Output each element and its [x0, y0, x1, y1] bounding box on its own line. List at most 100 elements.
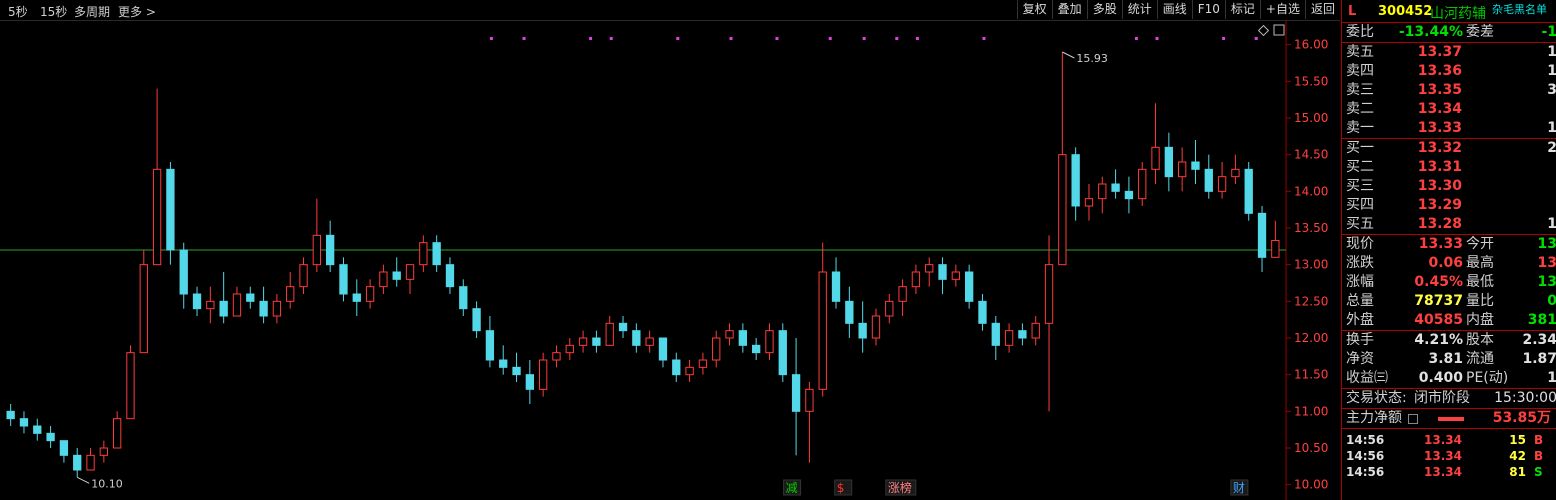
- candle-body: [858, 322, 867, 339]
- candle-body: [791, 374, 801, 412]
- tick-volume: 15: [1509, 433, 1526, 447]
- bid-book: 买一 13.32 2 买二 13.31 买三 13.30 买四 13.29 买五 13.28 1: [1342, 139, 1556, 235]
- candle-body: [6, 410, 15, 420]
- stock-name[interactable]: 山河药辅: [1430, 3, 1486, 23]
- y-tick-label: 14.50: [1294, 148, 1328, 162]
- asks-row[interactable]: 卖一 13.33 1: [1342, 119, 1556, 138]
- period-5s[interactable]: 5秒: [8, 3, 28, 20]
- y-tick-label: 11.50: [1294, 368, 1328, 382]
- tool-overlay-button[interactable]: 叠加: [1051, 0, 1087, 19]
- quote-label-2: 量比: [1466, 293, 1494, 309]
- bids-row[interactable]: 买四 13.29: [1342, 196, 1556, 215]
- fundamental-value-2: 2.34: [1522, 332, 1556, 348]
- bids-row[interactable]: 买五 13.28 1: [1342, 215, 1556, 234]
- tick-volume: 42: [1509, 449, 1526, 463]
- candle-body: [179, 249, 188, 295]
- asks-volume: 3: [1547, 81, 1556, 100]
- fundamental-value: 0.400: [1418, 370, 1463, 386]
- low-price-label: 10.10: [91, 477, 123, 490]
- candle-body: [645, 337, 654, 346]
- event-marker-label[interactable]: 财: [1233, 481, 1245, 495]
- signal-dot: [1134, 37, 1138, 40]
- fundamental-row: 换手 4.21% 股本 2.34: [1342, 331, 1556, 350]
- candle-body: [352, 293, 361, 302]
- period-more[interactable]: 更多 >: [118, 3, 156, 20]
- weicha-label: 委差: [1466, 24, 1494, 40]
- candle-body: [512, 366, 521, 376]
- y-tick-label: 10.00: [1294, 478, 1328, 492]
- candle-body: [206, 300, 215, 310]
- candle-body: [605, 322, 614, 346]
- candle-body: [552, 352, 561, 361]
- bids-level-label: 买二: [1346, 159, 1374, 175]
- tick-side: B: [1534, 449, 1544, 463]
- high-price-label: 15.93: [1076, 52, 1108, 65]
- bids-row[interactable]: 买一 13.32 2: [1342, 139, 1556, 158]
- asks-price: 13.36: [1417, 63, 1462, 79]
- asks-row[interactable]: 卖五 13.37 1: [1342, 43, 1556, 62]
- tool-draw-button[interactable]: 画线: [1156, 0, 1192, 19]
- fundamental-label-2: PE(动): [1466, 370, 1509, 386]
- bids-level-label: 买三: [1346, 178, 1374, 194]
- signal-dot: [915, 37, 919, 40]
- asks-row[interactable]: 卖四 13.36 1: [1342, 62, 1556, 81]
- tool-multistock-button[interactable]: 多股: [1086, 0, 1122, 19]
- asks-volume: 1: [1547, 43, 1556, 62]
- signal-dot: [895, 37, 899, 40]
- signal-dot: [828, 37, 832, 40]
- candle-body: [1018, 330, 1027, 339]
- candle-body: [951, 271, 961, 280]
- quote-stats: 现价 13.33 今开 13 涨跌 0.06 最高 13 涨幅 0.45% 最低 13 总量 78737 量…: [1342, 235, 1556, 331]
- quote-value: 0.06: [1428, 255, 1463, 271]
- fundamentals: 换手 4.21%股本 2.34 净资 3.81流通 1.87 收益㈢ 0.400PE(动) 1: [1342, 331, 1556, 389]
- stock-code[interactable]: 300452: [1378, 4, 1432, 19]
- y-tick-label: 12.50: [1294, 294, 1328, 308]
- quote-row: 现价 13.33 今开 13: [1342, 235, 1556, 254]
- tick-row: 14:56 13.34 15 B: [1342, 432, 1556, 448]
- candle-body: [672, 359, 681, 376]
- candle-body: [538, 359, 548, 390]
- event-marker-label[interactable]: $: [837, 481, 845, 495]
- signal-dot: [982, 37, 986, 40]
- signal-dot: [1254, 37, 1258, 40]
- bids-row[interactable]: 买三 13.30: [1342, 177, 1556, 196]
- asks-price: 13.34: [1417, 101, 1462, 117]
- candle-body: [139, 264, 148, 354]
- tool-f10-button[interactable]: F10: [1191, 0, 1225, 19]
- candle-body: [845, 300, 854, 324]
- bids-row[interactable]: 买二 13.31: [1342, 158, 1556, 177]
- tick-side: S: [1534, 465, 1543, 479]
- event-marker-label[interactable]: 涨榜: [888, 480, 912, 495]
- signal-dot: [676, 37, 680, 40]
- tick-price: 13.34: [1424, 465, 1462, 479]
- period-multi[interactable]: 多周期: [74, 3, 110, 20]
- tool-back-button[interactable]: 返回: [1304, 0, 1340, 19]
- weibi-row: 委比 -13.44% 委差 -1: [1342, 23, 1556, 43]
- diamond-icon[interactable]: [1257, 24, 1270, 37]
- tool-stats-button[interactable]: 统计: [1121, 0, 1157, 19]
- tick-side: B: [1534, 433, 1544, 447]
- candle-body: [1044, 264, 1054, 324]
- period-15s[interactable]: 15秒: [40, 3, 67, 20]
- quote-value-2: 381: [1527, 312, 1556, 328]
- asks-row[interactable]: 卖二 13.34: [1342, 100, 1556, 119]
- tool-add-watchlist-button[interactable]: +自选: [1259, 0, 1305, 19]
- candle-body: [166, 168, 175, 251]
- candle-body: [1098, 183, 1107, 200]
- list-icon[interactable]: [1408, 414, 1418, 424]
- tool-mark-button[interactable]: 标记: [1224, 0, 1260, 19]
- quote-label: 现价: [1346, 236, 1374, 252]
- window-icon[interactable]: [1273, 24, 1285, 36]
- quote-label-2: 最高: [1466, 255, 1494, 271]
- candle-body: [632, 330, 641, 346]
- tick-price: 13.34: [1424, 449, 1462, 463]
- event-marker-label[interactable]: 减: [786, 481, 798, 495]
- candlestick-chart[interactable]: 10.00 10.50 11.00 11.50 12.00 12.50 13.00 13.50…: [0, 20, 1340, 500]
- asks-volume: 1: [1547, 62, 1556, 81]
- candle-body: [871, 315, 881, 339]
- quote-label-2: 最低: [1466, 274, 1494, 290]
- candle-body: [685, 366, 694, 376]
- asks-row[interactable]: 卖三 13.35 3: [1342, 81, 1556, 100]
- y-tick-label: 10.50: [1294, 441, 1328, 455]
- tool-fuquan-button[interactable]: 复权: [1016, 0, 1052, 19]
